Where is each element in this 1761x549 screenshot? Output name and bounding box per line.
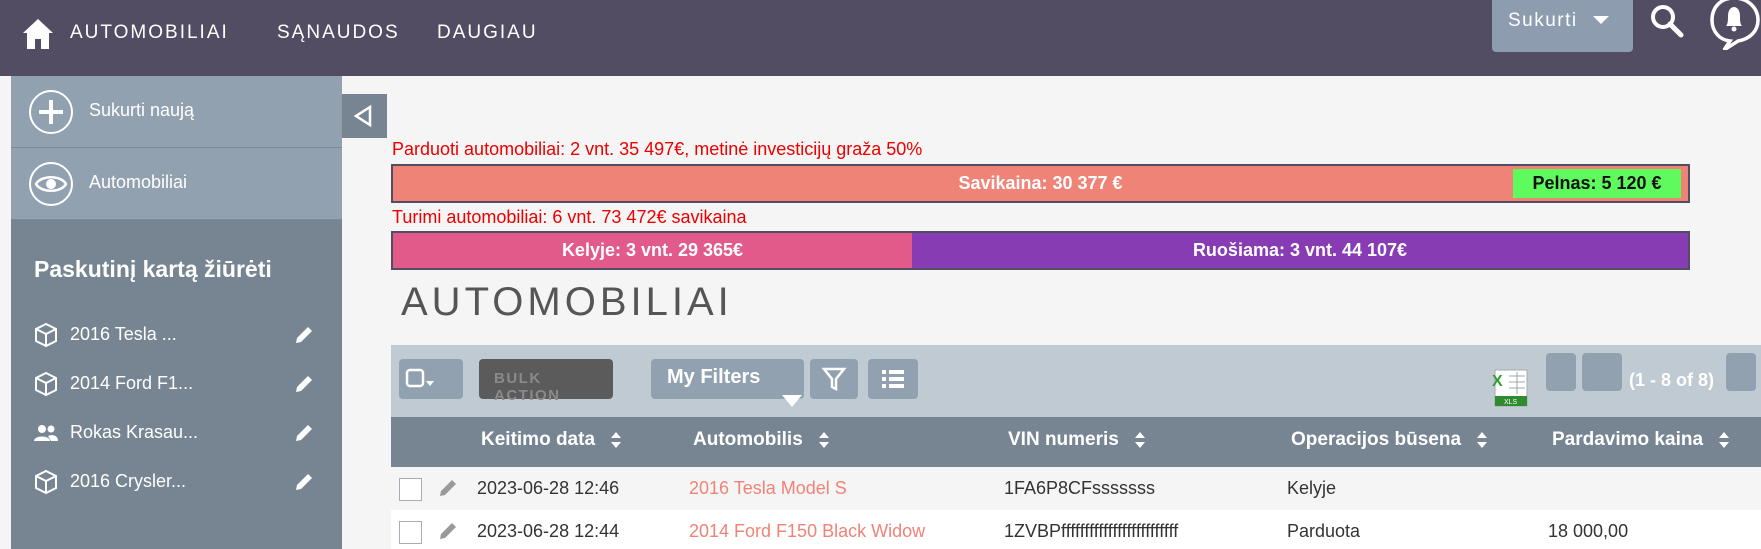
my-filters-label: My Filters (667, 366, 761, 388)
page-prev-button[interactable] (1582, 353, 1622, 391)
preparing-segment: Ruošiama: 3 vnt. 44 107€ (912, 233, 1688, 268)
pencil-icon[interactable] (437, 477, 459, 499)
list-icon (882, 370, 904, 388)
pencil-icon[interactable] (293, 471, 315, 493)
column-label: Operacijos būsena (1291, 429, 1462, 450)
row-checkbox[interactable] (399, 521, 422, 544)
sort-icon (611, 431, 622, 448)
create-new-action[interactable]: Sukurti naują (11, 76, 342, 148)
pagination-count: (1 - 8 of 8) (1629, 370, 1715, 390)
profit-segment: Pelnas: 5 120 € (1513, 169, 1681, 198)
recent-item[interactable]: 2014 Ford F1... (11, 361, 342, 407)
pencil-icon[interactable] (293, 373, 315, 395)
column-header-car[interactable]: Automobilis (693, 429, 830, 451)
sort-icon (1135, 431, 1146, 448)
checkbox-dropdown-icon (405, 368, 434, 388)
nav-automobiliai[interactable]: AUTOMOBILIAI (70, 22, 229, 44)
chevron-down-icon (1593, 16, 1609, 24)
create-new-label: Sukurti naują (89, 100, 195, 120)
svg-text:X: X (1492, 373, 1503, 390)
filters-caret-icon (782, 395, 802, 407)
recent-item[interactable]: Rokas Krasau... (11, 410, 342, 456)
create-dropdown-button[interactable]: Sukurti (1492, 0, 1633, 52)
pencil-icon[interactable] (293, 324, 315, 346)
svg-text:XLS: XLS (1504, 399, 1518, 406)
recent-item[interactable]: 2016 Crysler... (11, 459, 342, 505)
cell-status: Kelyje (1287, 478, 1337, 498)
owned-bar: Kelyje: 3 vnt. 29 365€ Ruošiama: 3 vnt. … (391, 231, 1690, 270)
sold-bar: Savikaina: 30 377 € Pelnas: 5 120 € (391, 164, 1690, 203)
view-cars-action[interactable]: Automobiliai (11, 148, 342, 220)
cost-segment: Savikaina: 30 377 € (393, 166, 1688, 201)
sort-icon (1719, 431, 1730, 448)
table-header: Keitimo data Automobilis VIN numeris Ope… (391, 417, 1761, 467)
cell-date: 2023-06-28 12:44 (477, 521, 620, 541)
my-filters-button[interactable]: My Filters (651, 359, 804, 399)
in-transit-segment: Kelyje: 3 vnt. 29 365€ (393, 233, 912, 268)
bulk-action-button[interactable]: BULK ACTION (479, 359, 613, 404)
column-label: Automobilis (693, 429, 803, 450)
sidebar-toggle-button[interactable] (342, 94, 387, 138)
column-header-status[interactable]: Operacijos būsena (1291, 429, 1488, 451)
home-icon[interactable] (20, 16, 56, 52)
bell-icon[interactable] (1706, 0, 1761, 50)
table-row: 2023-06-28 12:44 2014 Ford F150 Black Wi… (391, 510, 1761, 549)
funnel-icon (821, 367, 847, 392)
cube-icon (35, 371, 57, 397)
owned-summary-text: Turimi automobiliai: 6 vnt. 73 472€ savi… (392, 207, 747, 227)
column-label: Keitimo data (481, 429, 596, 450)
column-header-date[interactable]: Keitimo data (481, 429, 622, 451)
plus-circle-icon (29, 90, 73, 134)
recent-item-label: Rokas Krasau... (70, 422, 199, 442)
cell-car-link[interactable]: 2016 Tesla Model S (689, 478, 847, 499)
pencil-icon[interactable] (437, 520, 459, 542)
cell-date: 2023-06-28 12:46 (477, 478, 620, 498)
cell-price: 18 000,00 (1548, 521, 1629, 541)
cell-status: Parduota (1287, 521, 1361, 541)
row-checkbox[interactable] (399, 478, 422, 501)
sort-icon (819, 431, 830, 448)
collapse-left-icon (353, 104, 372, 128)
users-icon (34, 425, 58, 441)
recent-item[interactable]: 2016 Tesla ... (11, 312, 342, 358)
sort-icon (1477, 431, 1488, 448)
nav-daugiau[interactable]: DAUGIAU (437, 22, 538, 44)
cell-car-link[interactable]: 2014 Ford F150 Black Widow (689, 521, 925, 542)
create-label: Sukurti (1508, 10, 1578, 31)
cube-icon (35, 322, 57, 348)
select-all-dropdown[interactable] (399, 359, 463, 399)
view-cars-label: Automobiliai (89, 172, 188, 192)
filter-button[interactable] (810, 359, 858, 399)
top-navbar: AUTOMOBILIAI SĄNAUDOS DAUGIAU Sukurti (0, 0, 1761, 76)
column-label: VIN numeris (1008, 429, 1119, 450)
cell-vin: 1ZVBPfffffffffffffffffffffffff (1004, 521, 1179, 541)
page-first-button[interactable] (1546, 353, 1576, 391)
nav-sanaudos[interactable]: SĄNAUDOS (277, 22, 400, 44)
cube-icon (35, 469, 57, 495)
column-chooser-button[interactable] (868, 359, 918, 399)
recent-item-label: 2014 Ford F1... (70, 373, 194, 393)
search-icon[interactable] (1650, 4, 1684, 38)
table-row: 2023-06-28 12:46 2016 Tesla Model S 1FA6… (391, 467, 1761, 510)
page-next-button[interactable] (1726, 353, 1756, 391)
column-header-price[interactable]: Pardavimo kaina (1552, 429, 1730, 451)
page-title: AUTOMOBILIAI (401, 280, 733, 324)
column-header-vin[interactable]: VIN numeris (1008, 429, 1146, 451)
cell-vin: 1FA6P8CFsssssss (1004, 478, 1156, 498)
sold-summary-text: Parduoti automobiliai: 2 vnt. 35 497€, m… (392, 139, 923, 159)
column-label: Pardavimo kaina (1552, 429, 1704, 450)
excel-export-icon[interactable]: X XLS (1489, 368, 1529, 408)
pencil-icon[interactable] (293, 422, 315, 444)
bulk-action-label: BULK ACTION (494, 370, 561, 404)
recent-item-label: 2016 Tesla ... (70, 324, 177, 344)
eye-icon (29, 162, 73, 206)
recent-item-label: 2016 Crysler... (70, 471, 187, 491)
sidebar: Sukurti naują Automobiliai Paskutinį kar… (11, 76, 342, 549)
recently-viewed-title: Paskutinį kartą žiūrėti (34, 256, 272, 282)
